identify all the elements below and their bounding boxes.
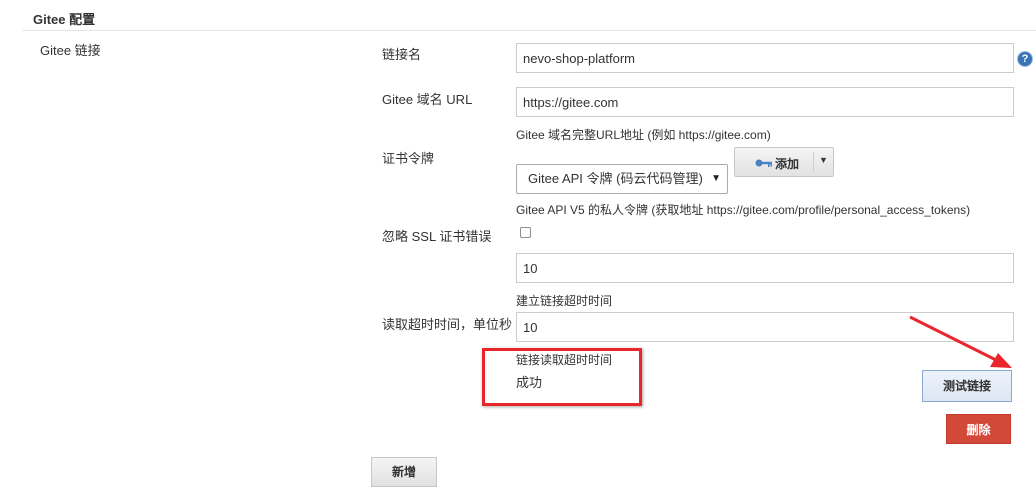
section-title: Gitee 配置 (33, 12, 96, 27)
add-new-button[interactable]: 新增 (371, 457, 437, 487)
read-timeout-label: 读取超时时间，单位秒 (382, 317, 513, 332)
annotation-highlight-box (482, 348, 642, 406)
add-credential-label: 添加 (775, 157, 800, 171)
delete-button[interactable]: 删除 (946, 414, 1011, 444)
caret-down-icon[interactable]: ▼ (819, 155, 828, 165)
credential-label: 证书令牌 (382, 151, 435, 166)
item-label: Gitee 链接 (40, 43, 101, 58)
credential-select[interactable]: Gitee API 令牌 (码云代码管理) ▼ (516, 164, 728, 194)
connection-name-label: 链接名 (382, 47, 422, 62)
annotation-arrow-icon (909, 315, 1012, 368)
connection-name-input[interactable] (516, 43, 1014, 73)
gitee-url-label: Gitee 域名 URL (382, 92, 473, 107)
caret-down-icon: ▼ (711, 173, 721, 184)
ignore-ssl-checkbox[interactable] (520, 227, 531, 238)
credential-selected-value: Gitee API 令牌 (码云代码管理) (528, 171, 703, 186)
connect-timeout-hint: 建立链接超时时间 (516, 294, 613, 308)
test-connection-button[interactable]: 测试链接 (922, 370, 1012, 402)
credential-hint: Gitee API V5 的私人令牌 (获取地址 https://gitee.c… (516, 203, 971, 217)
gitee-url-input[interactable] (516, 87, 1014, 117)
ignore-ssl-label: 忽略 SSL 证书错误 (382, 229, 492, 244)
key-icon (755, 159, 772, 167)
connect-timeout-input[interactable] (516, 253, 1014, 283)
button-separator (813, 152, 814, 172)
help-icon[interactable]: ? (1018, 52, 1032, 66)
gitee-url-hint: Gitee 域名完整URL地址 (例如 https://gitee.com) (516, 128, 771, 142)
add-credential-button[interactable]: 添加 ▼ (734, 147, 834, 177)
section-divider (22, 30, 1036, 31)
